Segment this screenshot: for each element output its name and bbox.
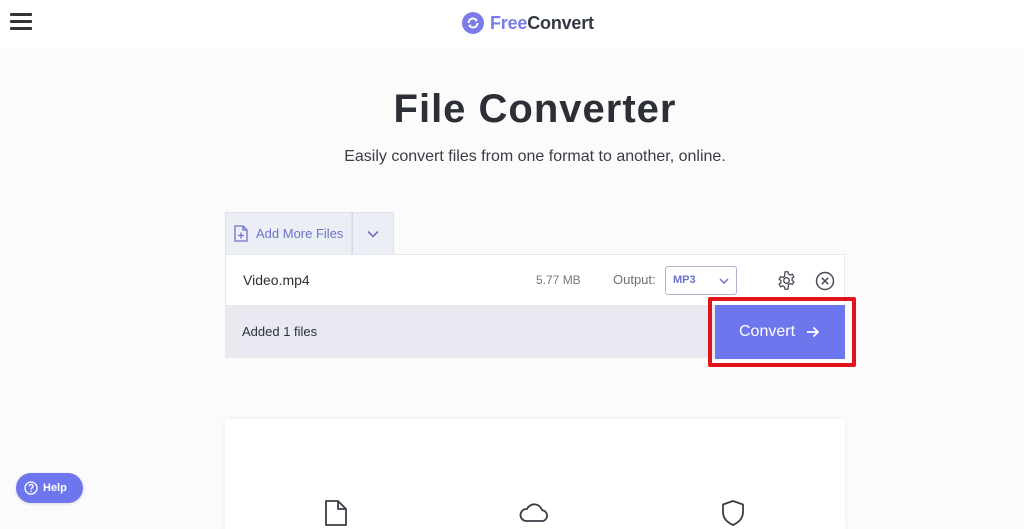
convert-button-label: Convert <box>738 323 796 340</box>
arrow-right-icon <box>807 326 820 338</box>
add-file-icon <box>234 225 248 242</box>
document-icon <box>325 500 347 526</box>
features-card <box>225 419 845 529</box>
top-navbar: FreeConvert <box>0 0 1024 48</box>
freeconvert-logo-icon <box>462 12 484 34</box>
page-subtitle: Easily convert files from one format to … <box>344 148 726 165</box>
brand-name: FreeConvert <box>490 13 594 34</box>
output-label: Output: <box>613 272 656 287</box>
brand-logo-link[interactable]: FreeConvert <box>462 11 594 35</box>
remove-file-icon[interactable] <box>815 271 835 291</box>
chevron-down-icon <box>367 230 379 238</box>
settings-gear-icon[interactable] <box>776 270 797 291</box>
output-format-select[interactable]: MP3 <box>665 266 737 295</box>
hamburger-menu-icon[interactable] <box>10 13 32 31</box>
file-name: Video.mp4 <box>243 272 310 288</box>
shield-icon <box>722 500 744 526</box>
cloud-icon <box>519 503 548 522</box>
files-added-status: Added 1 files <box>242 324 318 339</box>
chevron-down-icon <box>719 278 729 285</box>
brand-name-free: Free <box>490 12 528 33</box>
add-more-files-label: Add More Files <box>256 226 344 241</box>
question-circle-icon <box>24 481 38 495</box>
page-title: File Converter <box>393 87 677 131</box>
convert-button[interactable]: Convert <box>715 305 845 359</box>
add-files-dropdown-toggle[interactable] <box>352 212 394 254</box>
output-format-value: MP3 <box>673 274 696 286</box>
help-label: Help <box>43 482 67 494</box>
add-more-files-button[interactable]: Add More Files <box>225 212 352 254</box>
brand-name-convert: Convert <box>527 12 594 33</box>
help-button[interactable]: Help <box>16 473 83 503</box>
file-size: 5.77 MB <box>536 273 581 287</box>
